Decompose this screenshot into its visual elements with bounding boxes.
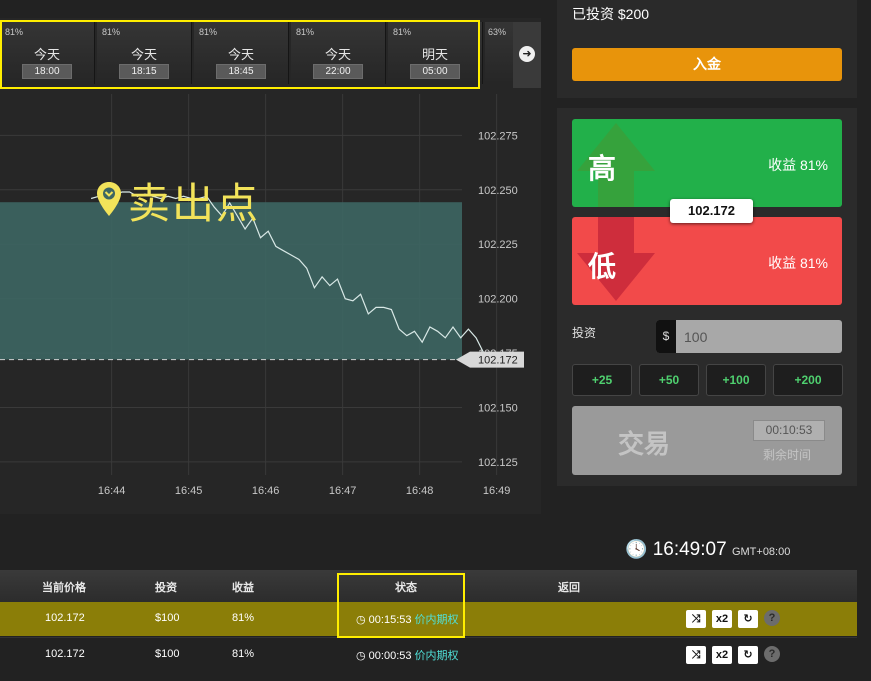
trade-button[interactable]: 交易 00:10:53 剩余时间 xyxy=(572,406,842,475)
row-price: 102.172 xyxy=(45,612,85,624)
price-chart: 102.275102.250102.225102.200102.175102.1… xyxy=(0,94,524,497)
rollover-button[interactable]: ↻ xyxy=(738,646,758,664)
current-price-badge: 102.172 xyxy=(670,199,753,223)
x-tick-label: 16:45 xyxy=(175,485,203,497)
y-tick-label: 102.150 xyxy=(478,403,518,415)
server-clock: 🕓 16:49:07 GMT+08:00 xyxy=(625,539,790,561)
header-investment: 投资 xyxy=(155,582,177,594)
arrow-right-icon: ➜ xyxy=(519,46,535,62)
clock-time: 16:49:07 xyxy=(652,539,727,560)
x-tick-label: 16:47 xyxy=(329,485,357,497)
investment-label: 投资 xyxy=(572,326,597,340)
x-tick-label: 16:44 xyxy=(98,485,126,497)
header-return: 返回 xyxy=(558,582,580,594)
arrow-up-icon xyxy=(577,123,655,207)
add-200-button[interactable]: +200 xyxy=(773,364,843,396)
arrow-down-icon xyxy=(577,217,655,301)
y-tick-label: 102.200 xyxy=(478,294,518,306)
row-payout: 81% xyxy=(232,648,255,660)
investment-amount-input[interactable] xyxy=(684,320,834,353)
current-price-tag: 102.172 xyxy=(456,351,524,368)
expiry-next-button[interactable]: ➜ xyxy=(513,22,541,88)
double-button[interactable]: x2 xyxy=(712,646,732,664)
row-payout: 81% xyxy=(232,612,255,624)
sell-point-label: 卖出点 xyxy=(128,179,261,228)
low-label: 低 xyxy=(588,251,617,282)
invested-amount: 已投资 $200 xyxy=(572,6,650,22)
add-50-button[interactable]: +50 xyxy=(639,364,699,396)
clock-timezone: GMT+08:00 xyxy=(731,546,791,558)
high-button[interactable]: 高 收益 81% xyxy=(572,119,842,207)
help-icon[interactable]: ? xyxy=(764,610,780,626)
investment-field[interactable]: $ xyxy=(656,320,842,353)
high-payout: 收益 81% xyxy=(768,157,828,173)
currency-symbol: $ xyxy=(656,320,676,353)
low-payout: 收益 81% xyxy=(768,255,828,271)
expiry-card-6[interactable]: 63% xyxy=(485,22,514,84)
row-status: ◷ 00:00:53 价内期权 xyxy=(356,647,459,663)
header-current-price: 当前价格 xyxy=(42,582,86,594)
sell-back-button[interactable]: ⤨ xyxy=(686,646,706,664)
status-highlight-box xyxy=(337,573,465,638)
double-button[interactable]: x2 xyxy=(712,610,732,628)
header-payout: 收益 xyxy=(232,582,254,594)
y-axis-ticks: 102.275102.250102.225102.200102.175102.1… xyxy=(478,130,518,469)
x-axis-ticks: 16:44 16:45 16:46 16:47 16:48 16:49 xyxy=(98,485,511,497)
y-tick-label: 102.250 xyxy=(478,185,518,197)
row-investment: $100 xyxy=(155,648,180,660)
trade-label: 交易 xyxy=(618,429,671,459)
clock-icon: 🕓 xyxy=(625,539,648,559)
remaining-time-label: 剩余时间 xyxy=(763,448,812,462)
row-investment: $100 xyxy=(155,612,180,624)
row-time: 00:00:53 xyxy=(368,650,412,662)
add-25-button[interactable]: +25 xyxy=(572,364,632,396)
add-100-button[interactable]: +100 xyxy=(706,364,766,396)
countdown-timer: 00:10:53 xyxy=(753,420,825,441)
clock-icon: ◷ xyxy=(356,650,366,662)
x-tick-label: 16:46 xyxy=(252,485,280,497)
table-row[interactable]: 102.172 $100 81% ◷ 00:00:53 价内期权 ⤨ x2 ↻ … xyxy=(0,637,857,672)
expiry-payout: 63% xyxy=(488,27,507,37)
row-price: 102.172 xyxy=(45,648,85,660)
expiry-highlight-box xyxy=(0,20,480,89)
help-icon[interactable]: ? xyxy=(764,646,780,662)
x-tick-label: 16:49 xyxy=(483,485,511,497)
x-tick-label: 16:48 xyxy=(406,485,434,497)
low-button[interactable]: 低 收益 81% xyxy=(572,217,842,305)
y-tick-label: 102.125 xyxy=(478,457,518,469)
rollover-button[interactable]: ↻ xyxy=(738,610,758,628)
y-tick-label: 102.275 xyxy=(478,130,518,142)
y-tick-label: 102.225 xyxy=(478,239,518,251)
sell-back-button[interactable]: ⤨ xyxy=(686,610,706,628)
high-label: 高 xyxy=(588,153,617,184)
deposit-button[interactable]: 入金 xyxy=(572,48,842,81)
row-state: 价内期权 xyxy=(414,650,459,662)
location-pin-icon xyxy=(97,182,121,216)
price-tag-label: 102.172 xyxy=(478,355,518,367)
